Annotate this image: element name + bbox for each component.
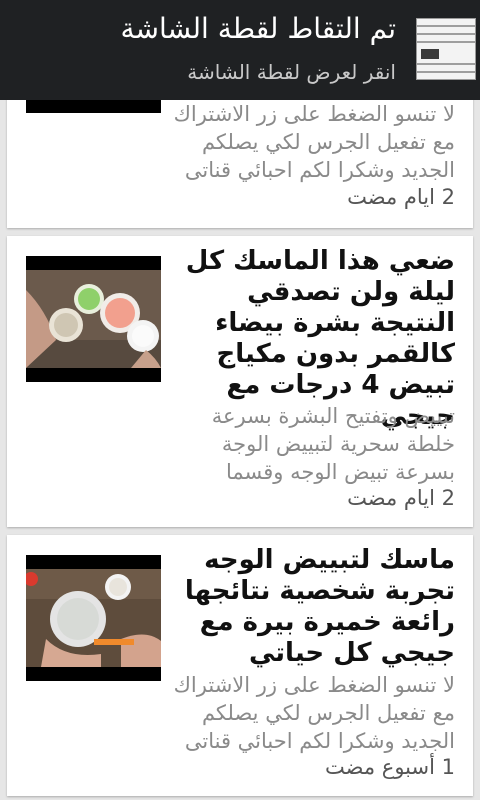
- video-card[interactable]: ماسك لتبييض الوجه تجربة شخصية نتائجها را…: [7, 535, 473, 796]
- screenshot-thumbnail-icon[interactable]: [416, 18, 476, 80]
- notification-subtitle: انقر لعرض لقطة الشاشة: [187, 60, 396, 84]
- video-time: 1 أسبوع مضت: [325, 755, 455, 779]
- video-time: 2 ايام مضت: [347, 486, 455, 510]
- video-title[interactable]: ماسك لتبييض الوجه تجربة شخصية نتائجها را…: [177, 545, 455, 669]
- notification-title: تم التقاط لقطة الشاشة: [120, 12, 396, 45]
- bowls-image: [26, 270, 161, 368]
- video-description: لا تنسو الضغط على زر الاشتراك مع تفعيل ا…: [173, 673, 455, 753]
- screenshot-notification[interactable]: تم التقاط لقطة الشاشة انقر لعرض لقطة الش…: [0, 0, 480, 100]
- video-description: تبييض وتفتيح البشرة بسرعة خلطة سحرية لتب…: [211, 404, 455, 484]
- video-card[interactable]: لا تنسو الضغط على زر الاشتراك مع تفعيل ا…: [7, 80, 473, 228]
- video-thumbnail[interactable]: [26, 256, 161, 382]
- video-card[interactable]: ضعي هذا الماسك كل ليلة ولن تصدقي النتيجة…: [7, 236, 473, 527]
- video-time: 2 ايام مضت: [347, 185, 455, 209]
- bowls-image: [26, 569, 161, 667]
- video-thumbnail[interactable]: [26, 555, 161, 681]
- video-description: لا تنسو الضغط على زر الاشتراك مع تفعيل ا…: [173, 102, 455, 182]
